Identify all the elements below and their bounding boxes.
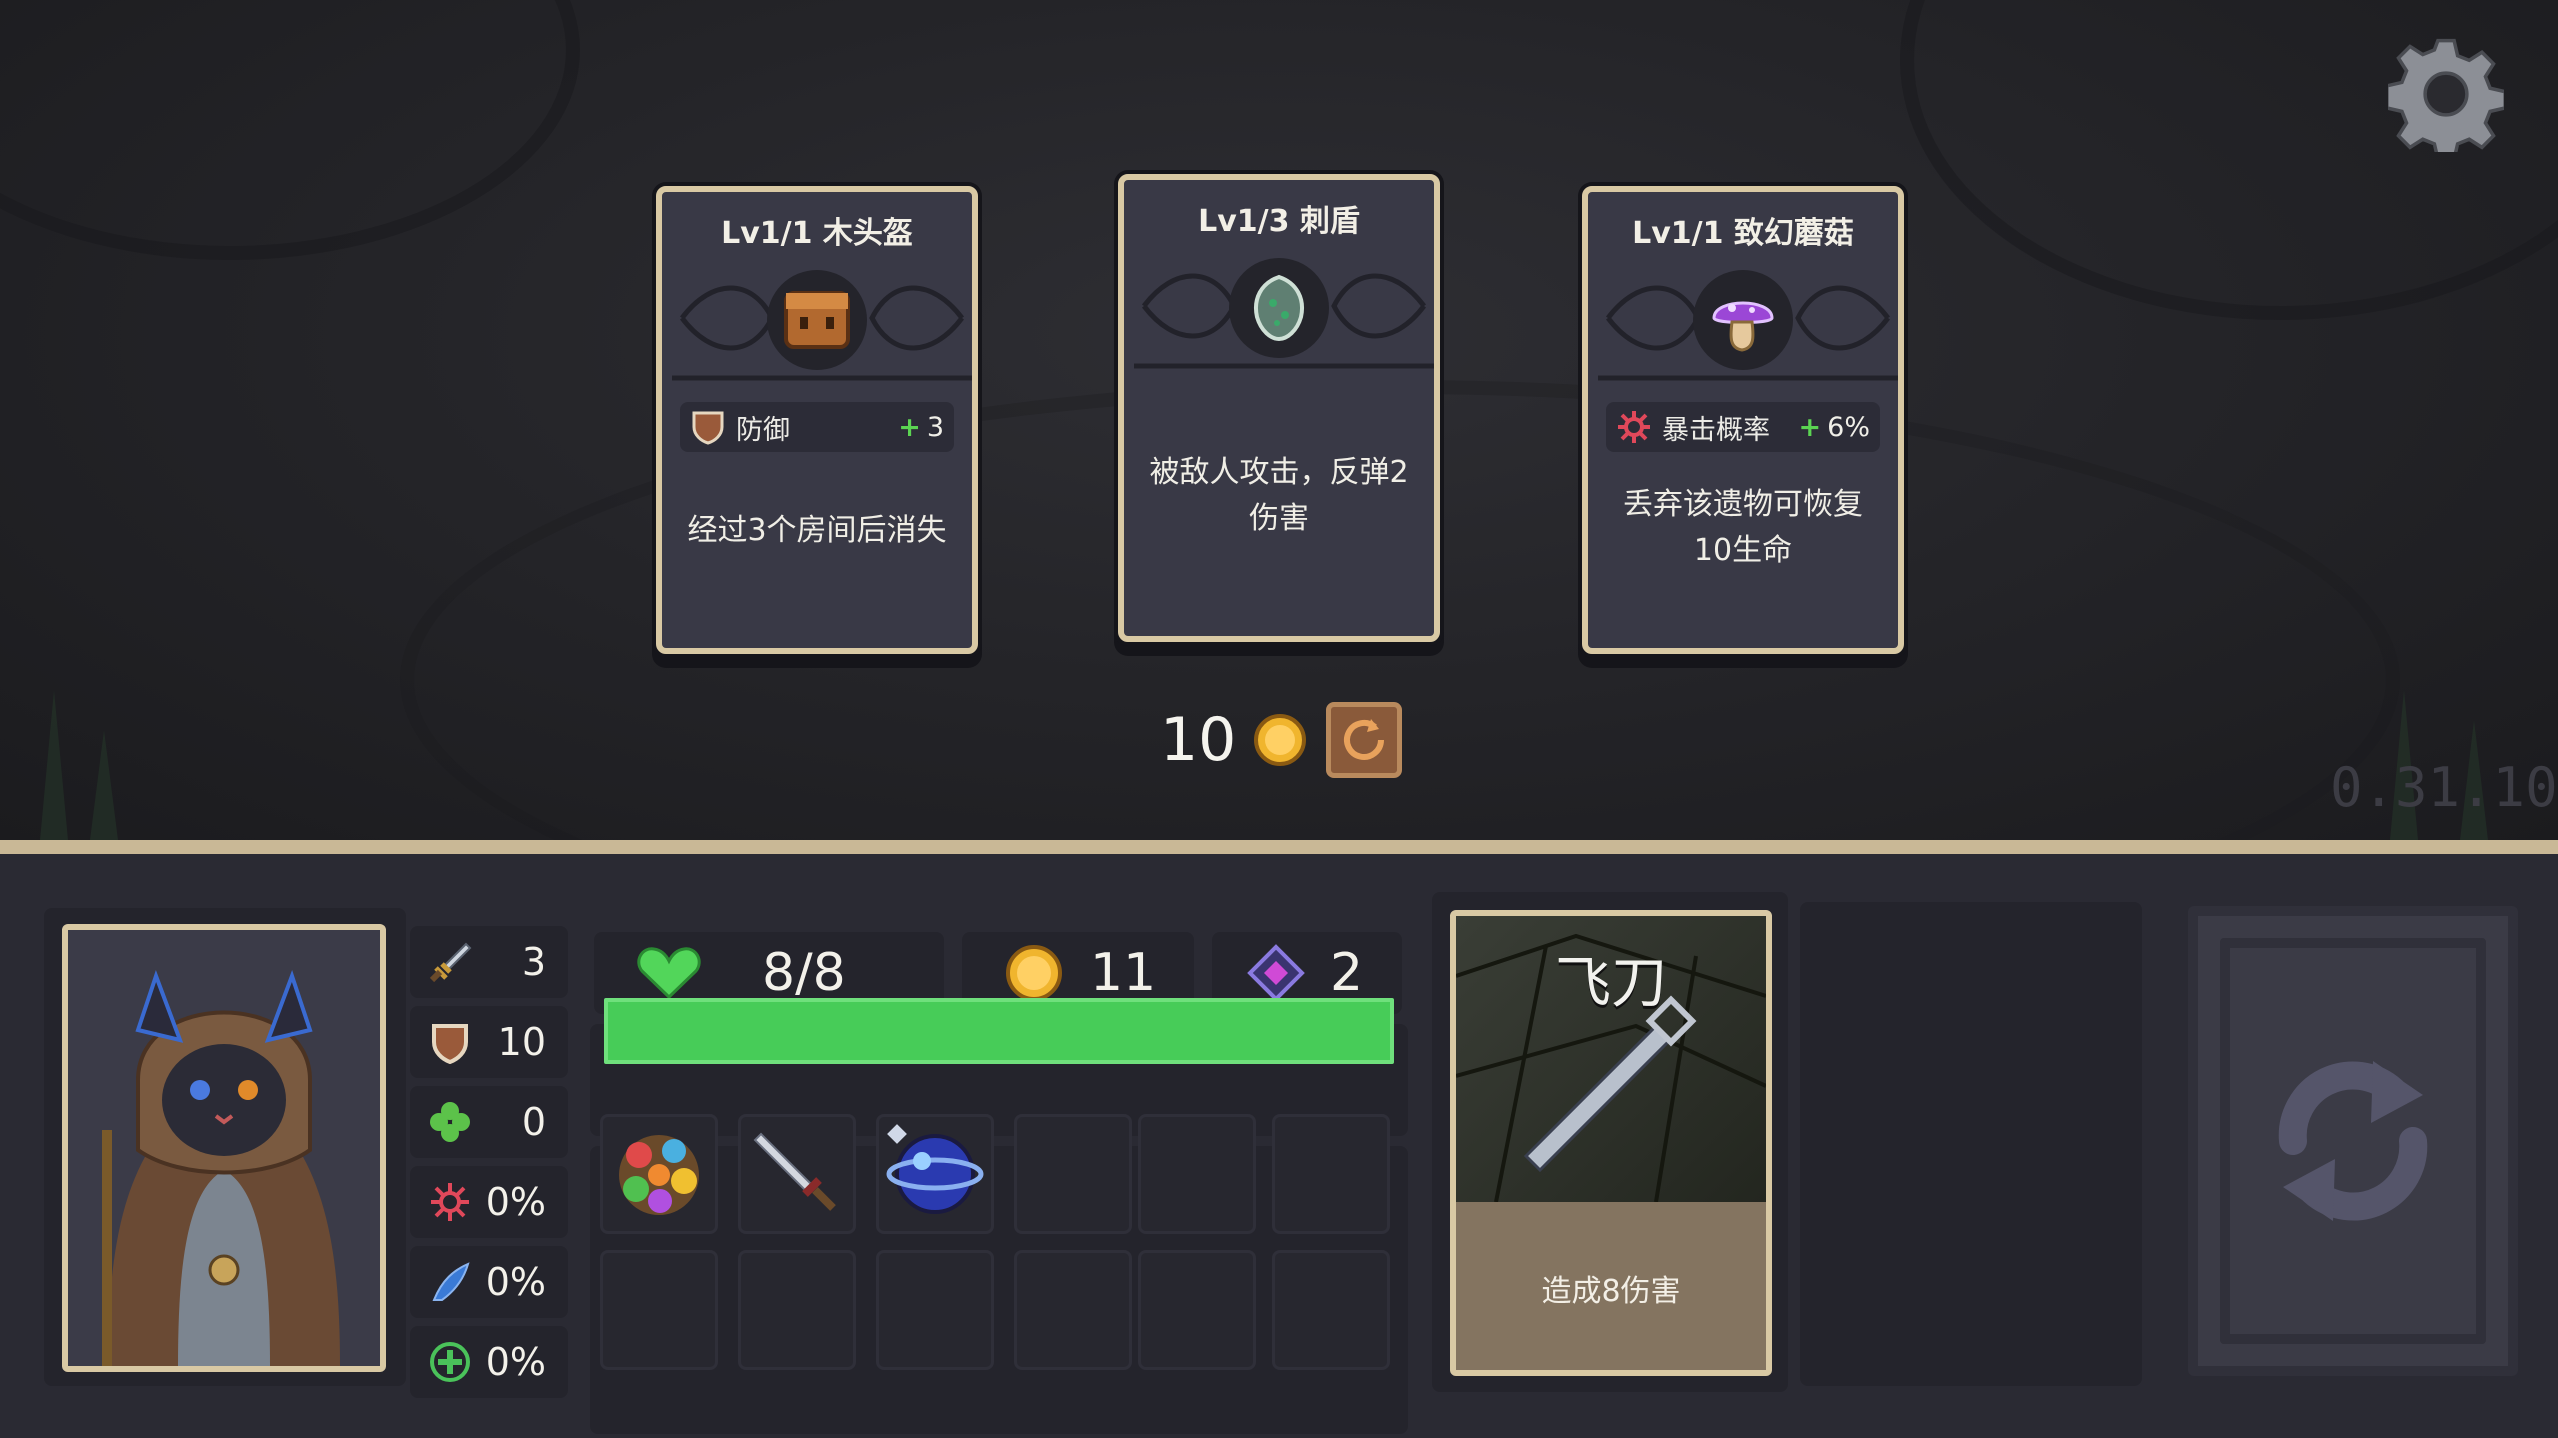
crit-stat: 0% bbox=[410, 1166, 568, 1238]
defense-stat: 10 bbox=[410, 1006, 568, 1078]
card-description: 被敌人攻击，反弹2 伤害 bbox=[1149, 455, 1409, 536]
swap-icon bbox=[2278, 1061, 2428, 1221]
relic-card-spiked-shield[interactable]: Lv1/3 刺盾 被敌人攻击，反弹2 伤害 bbox=[1118, 174, 1440, 642]
swap-button[interactable] bbox=[2188, 906, 2518, 1376]
reroll-icon bbox=[1344, 719, 1385, 760]
inventory-slot[interactable] bbox=[738, 1250, 856, 1370]
clover-icon bbox=[430, 1102, 470, 1142]
heal-stat: 0% bbox=[410, 1326, 568, 1398]
wooden-helmet-icon bbox=[767, 270, 867, 370]
dodge-icon bbox=[432, 1262, 470, 1301]
heal-value: 0% bbox=[485, 1340, 546, 1384]
card-title: Lv1/1 木头盔 bbox=[721, 216, 913, 251]
inventory-slot[interactable] bbox=[600, 1250, 718, 1370]
card-description: 经过3个房间后消失 bbox=[687, 513, 947, 548]
inventory-slot[interactable] bbox=[1138, 1250, 1256, 1370]
relic-card-mushroom[interactable]: Lv1/1 致幻蘑菇 暴击概率 +6% 丢弃该遗物可恢复10生命 bbox=[1582, 186, 1904, 654]
inventory-slot[interactable] bbox=[1138, 1114, 1256, 1234]
inventory-slot[interactable] bbox=[876, 1250, 994, 1370]
mushroom-icon bbox=[1693, 270, 1793, 370]
plus-icon: + bbox=[1798, 411, 1822, 443]
inventory-slot[interactable] bbox=[876, 1114, 994, 1234]
inventory-slot[interactable] bbox=[1014, 1250, 1132, 1370]
attack-value: 3 bbox=[521, 940, 546, 984]
reroll-cost-value: 10 bbox=[1160, 705, 1237, 775]
inventory-slot[interactable] bbox=[600, 1114, 718, 1234]
gear-icon[interactable] bbox=[2388, 36, 2504, 152]
orb-cluster-icon bbox=[619, 1135, 699, 1215]
vine-decoration bbox=[0, 0, 580, 260]
defense-value: 10 bbox=[497, 1020, 546, 1064]
dodge-stat: 0% bbox=[410, 1246, 568, 1318]
luck-value: 0 bbox=[521, 1100, 546, 1144]
spiked-shield-icon bbox=[1229, 258, 1329, 358]
card-title: Lv1/3 刺盾 bbox=[1198, 204, 1360, 239]
reroll-button[interactable] bbox=[1326, 702, 1403, 778]
card-stat-row: 防御 +3 bbox=[680, 402, 954, 452]
card-description: 丢弃该遗物可恢复10生命 bbox=[1623, 487, 1863, 568]
inventory-slot[interactable] bbox=[1272, 1250, 1390, 1370]
stat-value: 6% bbox=[1827, 411, 1870, 443]
luck-stat: 0 bbox=[410, 1086, 568, 1158]
attack-stat: 3 bbox=[410, 926, 568, 998]
hp-bar bbox=[604, 998, 1394, 1064]
gold-coin-icon bbox=[1254, 714, 1307, 766]
heal-icon bbox=[430, 1342, 470, 1382]
skill-card[interactable]: 飞刀 造成8伤害 bbox=[1450, 910, 1772, 1376]
crit-icon bbox=[431, 1183, 469, 1221]
inventory-slot[interactable] bbox=[738, 1114, 856, 1234]
inventory-slot[interactable] bbox=[1272, 1114, 1390, 1234]
stat-label: 暴击概率 bbox=[1662, 414, 1770, 446]
stat-value: 3 bbox=[926, 411, 944, 443]
card-title: Lv1/1 致幻蘑菇 bbox=[1632, 216, 1854, 251]
relic-card-wooden-helmet[interactable]: Lv1/1 木头盔 防御 +3 经过3个房间后消失 bbox=[656, 186, 978, 654]
dagger-icon bbox=[753, 1132, 836, 1211]
heart-icon bbox=[637, 947, 701, 1000]
shield-icon bbox=[692, 411, 724, 445]
swap-frame bbox=[2220, 938, 2486, 1344]
gem-value: 2 bbox=[1330, 943, 1364, 1003]
game-scene: 0.31.10 Lv1/1 木头盔 防御 +3 经过3个房间后消失 Lv1/3 … bbox=[0, 0, 2558, 840]
reroll-cost: 10 bbox=[1160, 700, 1403, 780]
empty-skill-slot[interactable] bbox=[1800, 902, 2142, 1386]
skill-name: 飞刀 bbox=[1555, 951, 1667, 1016]
crit-icon bbox=[1618, 411, 1650, 443]
hooded-cat-portrait bbox=[62, 924, 386, 1372]
plus-icon: + bbox=[898, 411, 921, 443]
skill-description: 造成8伤害 bbox=[1541, 1274, 1681, 1309]
gold-value: 11 bbox=[1090, 943, 1157, 1003]
inventory-slot[interactable] bbox=[1014, 1114, 1132, 1234]
dodge-value: 0% bbox=[485, 1260, 546, 1304]
sword-icon bbox=[429, 942, 472, 983]
gold-coin-icon bbox=[1006, 945, 1062, 1001]
grass-decoration bbox=[90, 730, 118, 840]
shield-icon bbox=[432, 1024, 468, 1064]
stat-label: 防御 bbox=[736, 414, 790, 446]
card-stat-row: 暴击概率 +6% bbox=[1606, 402, 1880, 452]
blue-orb-icon bbox=[886, 1124, 984, 1214]
crit-value: 0% bbox=[485, 1180, 546, 1224]
version-label: 0.31.10 bbox=[2330, 756, 2558, 819]
grass-decoration bbox=[40, 690, 68, 840]
gem-icon bbox=[1247, 944, 1305, 1002]
hp-value: 8/8 bbox=[762, 943, 846, 1003]
